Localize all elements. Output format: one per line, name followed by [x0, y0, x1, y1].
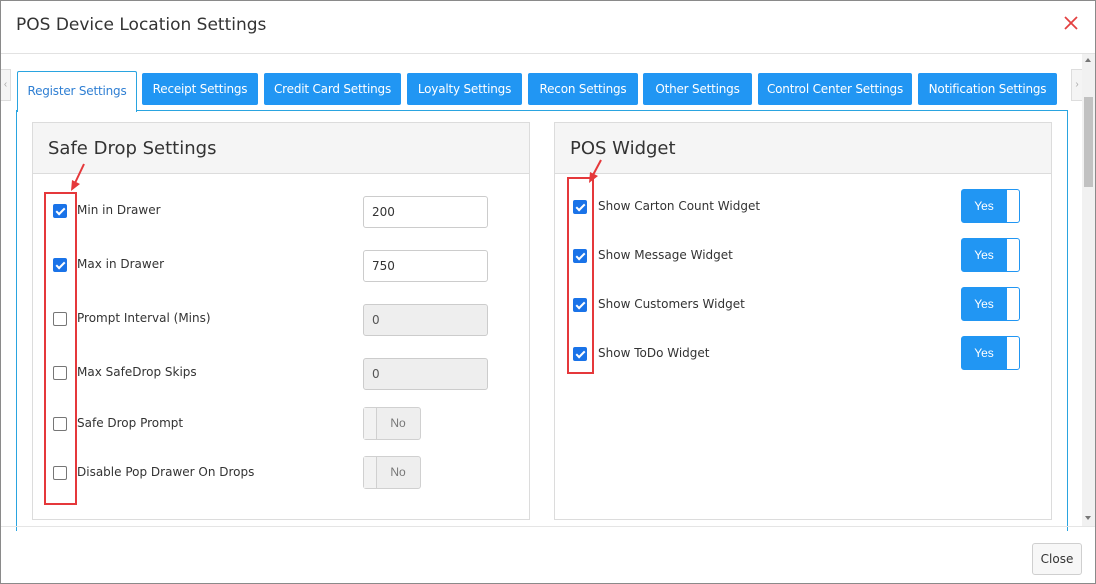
annotation-highlight-box: [567, 177, 594, 374]
dialog-title: POS Device Location Settings: [16, 15, 267, 35]
show-todo-label: Show ToDo Widget: [598, 346, 710, 360]
max-in-drawer-label: Max in Drawer: [77, 257, 165, 271]
scroll-up-arrow-icon[interactable]: [1085, 58, 1091, 62]
show-message-toggle[interactable]: Yes: [961, 238, 1020, 272]
tab-loyalty-settings[interactable]: Loyalty Settings: [407, 73, 522, 105]
toggle-knob: [1006, 190, 1019, 222]
dialog-footer: Close: [1, 526, 1095, 583]
disable-pop-drawer-toggle[interactable]: No: [363, 456, 421, 489]
max-safedrop-skips-label: Max SafeDrop Skips: [77, 365, 197, 379]
settings-dialog: POS Device Location Settings ‹ › Registe…: [0, 0, 1096, 584]
toggle-value: No: [390, 465, 406, 479]
dialog-scrollbar[interactable]: [1082, 54, 1095, 526]
annotation-highlight-box: [44, 192, 77, 505]
tab-other-settings[interactable]: Other Settings: [643, 73, 752, 105]
prompt-interval-label: Prompt Interval (Mins): [77, 311, 211, 325]
max-safedrop-skips-input[interactable]: 0: [363, 358, 488, 390]
show-customers-label: Show Customers Widget: [598, 297, 745, 311]
toggle-knob: [1006, 239, 1019, 271]
toggle-value: Yes: [974, 346, 994, 360]
close-icon[interactable]: [1061, 13, 1081, 33]
close-button[interactable]: Close: [1032, 543, 1082, 575]
tab-scroll-left-button[interactable]: ‹: [1, 69, 11, 101]
toggle-value: No: [390, 416, 406, 430]
tab-register-settings[interactable]: Register Settings: [17, 71, 137, 112]
toggle-value: Yes: [974, 248, 994, 262]
show-todo-toggle[interactable]: Yes: [961, 336, 1020, 370]
dialog-body: ‹ › Register Settings Receipt Settings C…: [1, 54, 1095, 531]
toggle-knob: [1006, 288, 1019, 320]
toggle-knob: [1006, 337, 1019, 369]
max-in-drawer-input[interactable]: 750: [363, 250, 488, 282]
toggle-value: Yes: [974, 297, 994, 311]
tab-notification-settings[interactable]: Notification Settings: [918, 73, 1057, 105]
annotation-arrow-icon: [71, 163, 85, 191]
scroll-down-arrow-icon[interactable]: [1085, 516, 1091, 520]
safe-drop-settings-panel: Safe Drop Settings Min in Drawer 200 Max…: [32, 122, 530, 520]
safe-drop-panel-header: Safe Drop Settings: [33, 123, 529, 174]
scrollbar-thumb[interactable]: [1084, 97, 1093, 187]
pos-widget-panel-header: POS Widget: [555, 123, 1051, 174]
tab-recon-settings[interactable]: Recon Settings: [528, 73, 638, 105]
show-carton-count-toggle[interactable]: Yes: [961, 189, 1020, 223]
safe-drop-prompt-toggle[interactable]: No: [363, 407, 421, 440]
min-in-drawer-label: Min in Drawer: [77, 203, 161, 217]
toggle-value: Yes: [974, 199, 994, 213]
show-customers-toggle[interactable]: Yes: [961, 287, 1020, 321]
annotation-arrow-icon: [589, 159, 602, 183]
tab-receipt-settings[interactable]: Receipt Settings: [142, 73, 258, 105]
prompt-interval-input[interactable]: 0: [363, 304, 488, 336]
dialog-header: POS Device Location Settings: [1, 1, 1095, 54]
min-in-drawer-input[interactable]: 200: [363, 196, 488, 228]
show-message-label: Show Message Widget: [598, 248, 733, 262]
disable-pop-drawer-label: Disable Pop Drawer On Drops: [77, 465, 255, 479]
show-carton-count-label: Show Carton Count Widget: [598, 199, 761, 213]
safe-drop-prompt-label: Safe Drop Prompt: [77, 416, 184, 430]
tab-credit-card-settings[interactable]: Credit Card Settings: [264, 73, 401, 105]
pos-widget-panel: POS Widget Show Carton Count Widget Yes …: [554, 122, 1052, 520]
tab-control-center-settings[interactable]: Control Center Settings: [758, 73, 912, 105]
tab-scroll-right-button[interactable]: ›: [1071, 69, 1082, 101]
